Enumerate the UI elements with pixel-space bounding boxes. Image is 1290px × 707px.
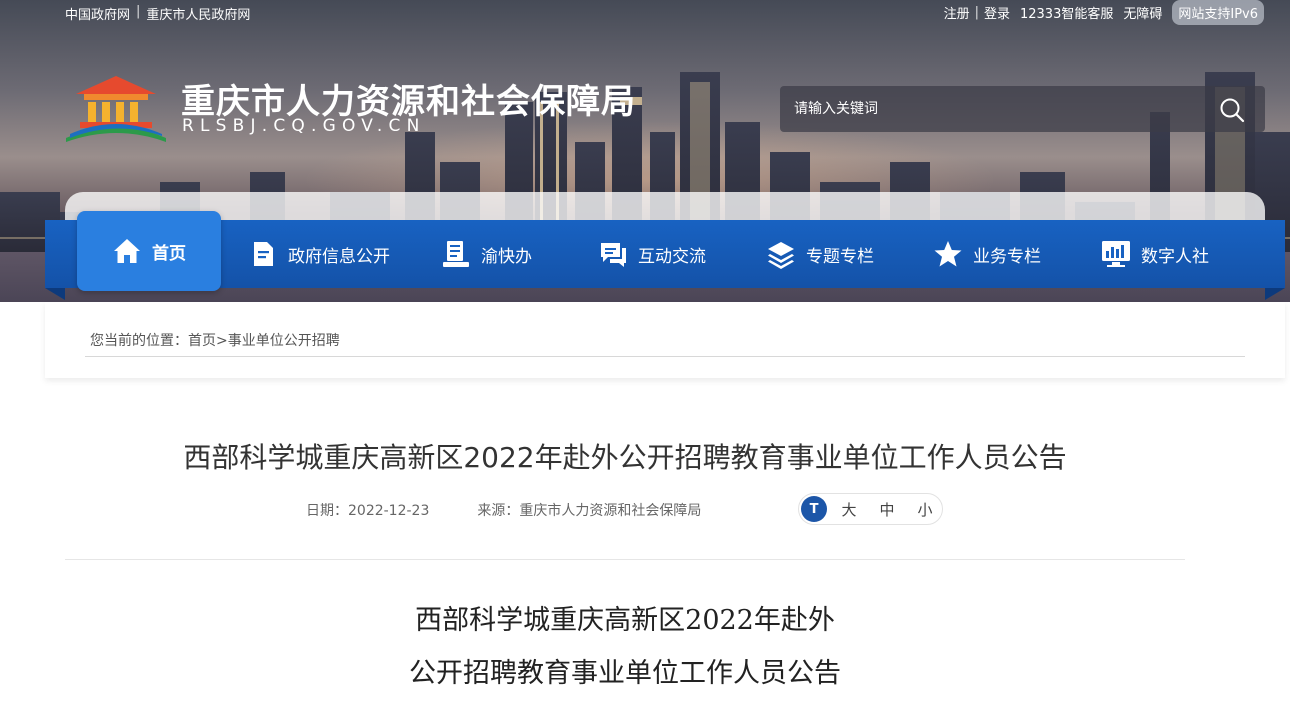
- home-icon: [114, 239, 140, 263]
- source-name: 重庆市人力资源和社会保障局: [519, 503, 702, 519]
- nav-item-label: 数字人社: [1141, 246, 1209, 267]
- font-size-large-button[interactable]: 大: [837, 499, 861, 520]
- nav-fold-right: [1265, 288, 1285, 300]
- body-title-line-1: 西部科学城重庆高新区2022年赴外: [415, 605, 835, 636]
- breadcrumb-prefix: 您当前的位置：: [90, 333, 188, 349]
- site-domain: RLSBJ.CQ.GOV.CN: [182, 116, 426, 136]
- search-input[interactable]: [794, 98, 1194, 120]
- nav-item-home[interactable]: 首页: [77, 211, 221, 291]
- chat-icon: [601, 243, 626, 267]
- font-size-small-button[interactable]: 小: [913, 499, 937, 520]
- smart-service-link[interactable]: 12333智能客服: [1020, 3, 1113, 22]
- search-icon[interactable]: [1219, 97, 1245, 123]
- body-title-line-2: 公开招聘教育事业单位工作人员公告: [409, 658, 841, 689]
- nav-item-gov-info[interactable]: 政府信息公开: [248, 220, 390, 288]
- nav-item-business[interactable]: 业务专栏: [933, 220, 1041, 288]
- article-divider: [65, 559, 1185, 560]
- link-cq-gov[interactable]: 重庆市人民政府网: [146, 4, 250, 23]
- ipv6-badge: 网站支持IPv6: [1172, 0, 1264, 25]
- nav-item-digital[interactable]: 数字人社: [1101, 220, 1209, 288]
- publish-date: 2022-12-23: [348, 503, 430, 519]
- document-icon: [254, 242, 273, 266]
- nav-item-label: 渝快办: [481, 246, 532, 267]
- breadcrumb-divider: [85, 356, 1245, 357]
- nav-item-label: 首页: [152, 243, 186, 264]
- source-label: 来源：: [477, 503, 520, 519]
- accessibility-link[interactable]: 无障碍: [1123, 3, 1162, 22]
- nav-item-label: 互动交流: [638, 246, 706, 267]
- monitor-chart-icon: [1102, 241, 1130, 267]
- breadcrumb-current-link[interactable]: 事业单位公开招聘: [228, 333, 340, 349]
- nav-item-interaction[interactable]: 互动交流: [598, 220, 706, 288]
- nav-item-label: 政府信息公开: [288, 246, 390, 267]
- breadcrumb-separator: >: [216, 333, 228, 349]
- top-bar: 中国政府网 | 重庆市人民政府网 注册 | 登录 12333智能客服 无障碍 网…: [0, 0, 1290, 26]
- font-size-medium-button[interactable]: 中: [875, 499, 899, 520]
- separator: |: [974, 5, 979, 20]
- bureau-logo-icon: [66, 76, 166, 142]
- nav-item-label: 专题专栏: [806, 246, 874, 267]
- search-box: [780, 86, 1265, 132]
- font-size-switcher: T 大 中 小: [798, 493, 943, 525]
- article-meta: 日期：2022-12-23 来源：重庆市人力资源和社会保障局: [306, 500, 701, 520]
- service-desk-icon: [443, 241, 469, 267]
- login-link[interactable]: 登录: [984, 3, 1010, 22]
- breadcrumb-home-link[interactable]: 首页: [188, 333, 216, 349]
- nav-item-label: 业务专栏: [973, 246, 1041, 267]
- separator: |: [136, 4, 141, 19]
- breadcrumb: 您当前的位置：首页>事业单位公开招聘: [90, 330, 340, 350]
- nav-fold-left: [45, 288, 65, 300]
- date-label: 日期：: [306, 503, 348, 519]
- layers-icon: [768, 242, 794, 269]
- link-gov-cn[interactable]: 中国政府网: [65, 4, 130, 23]
- register-link[interactable]: 注册: [944, 3, 970, 22]
- nav-item-topics[interactable]: 专题专栏: [766, 220, 874, 288]
- article-title: 西部科学城重庆高新区2022年赴外公开招聘教育事业单位工作人员公告: [183, 441, 1067, 474]
- font-size-icon: T: [801, 496, 827, 522]
- star-icon: [934, 241, 962, 267]
- nav-item-yukuaiban[interactable]: 渝快办: [441, 220, 532, 288]
